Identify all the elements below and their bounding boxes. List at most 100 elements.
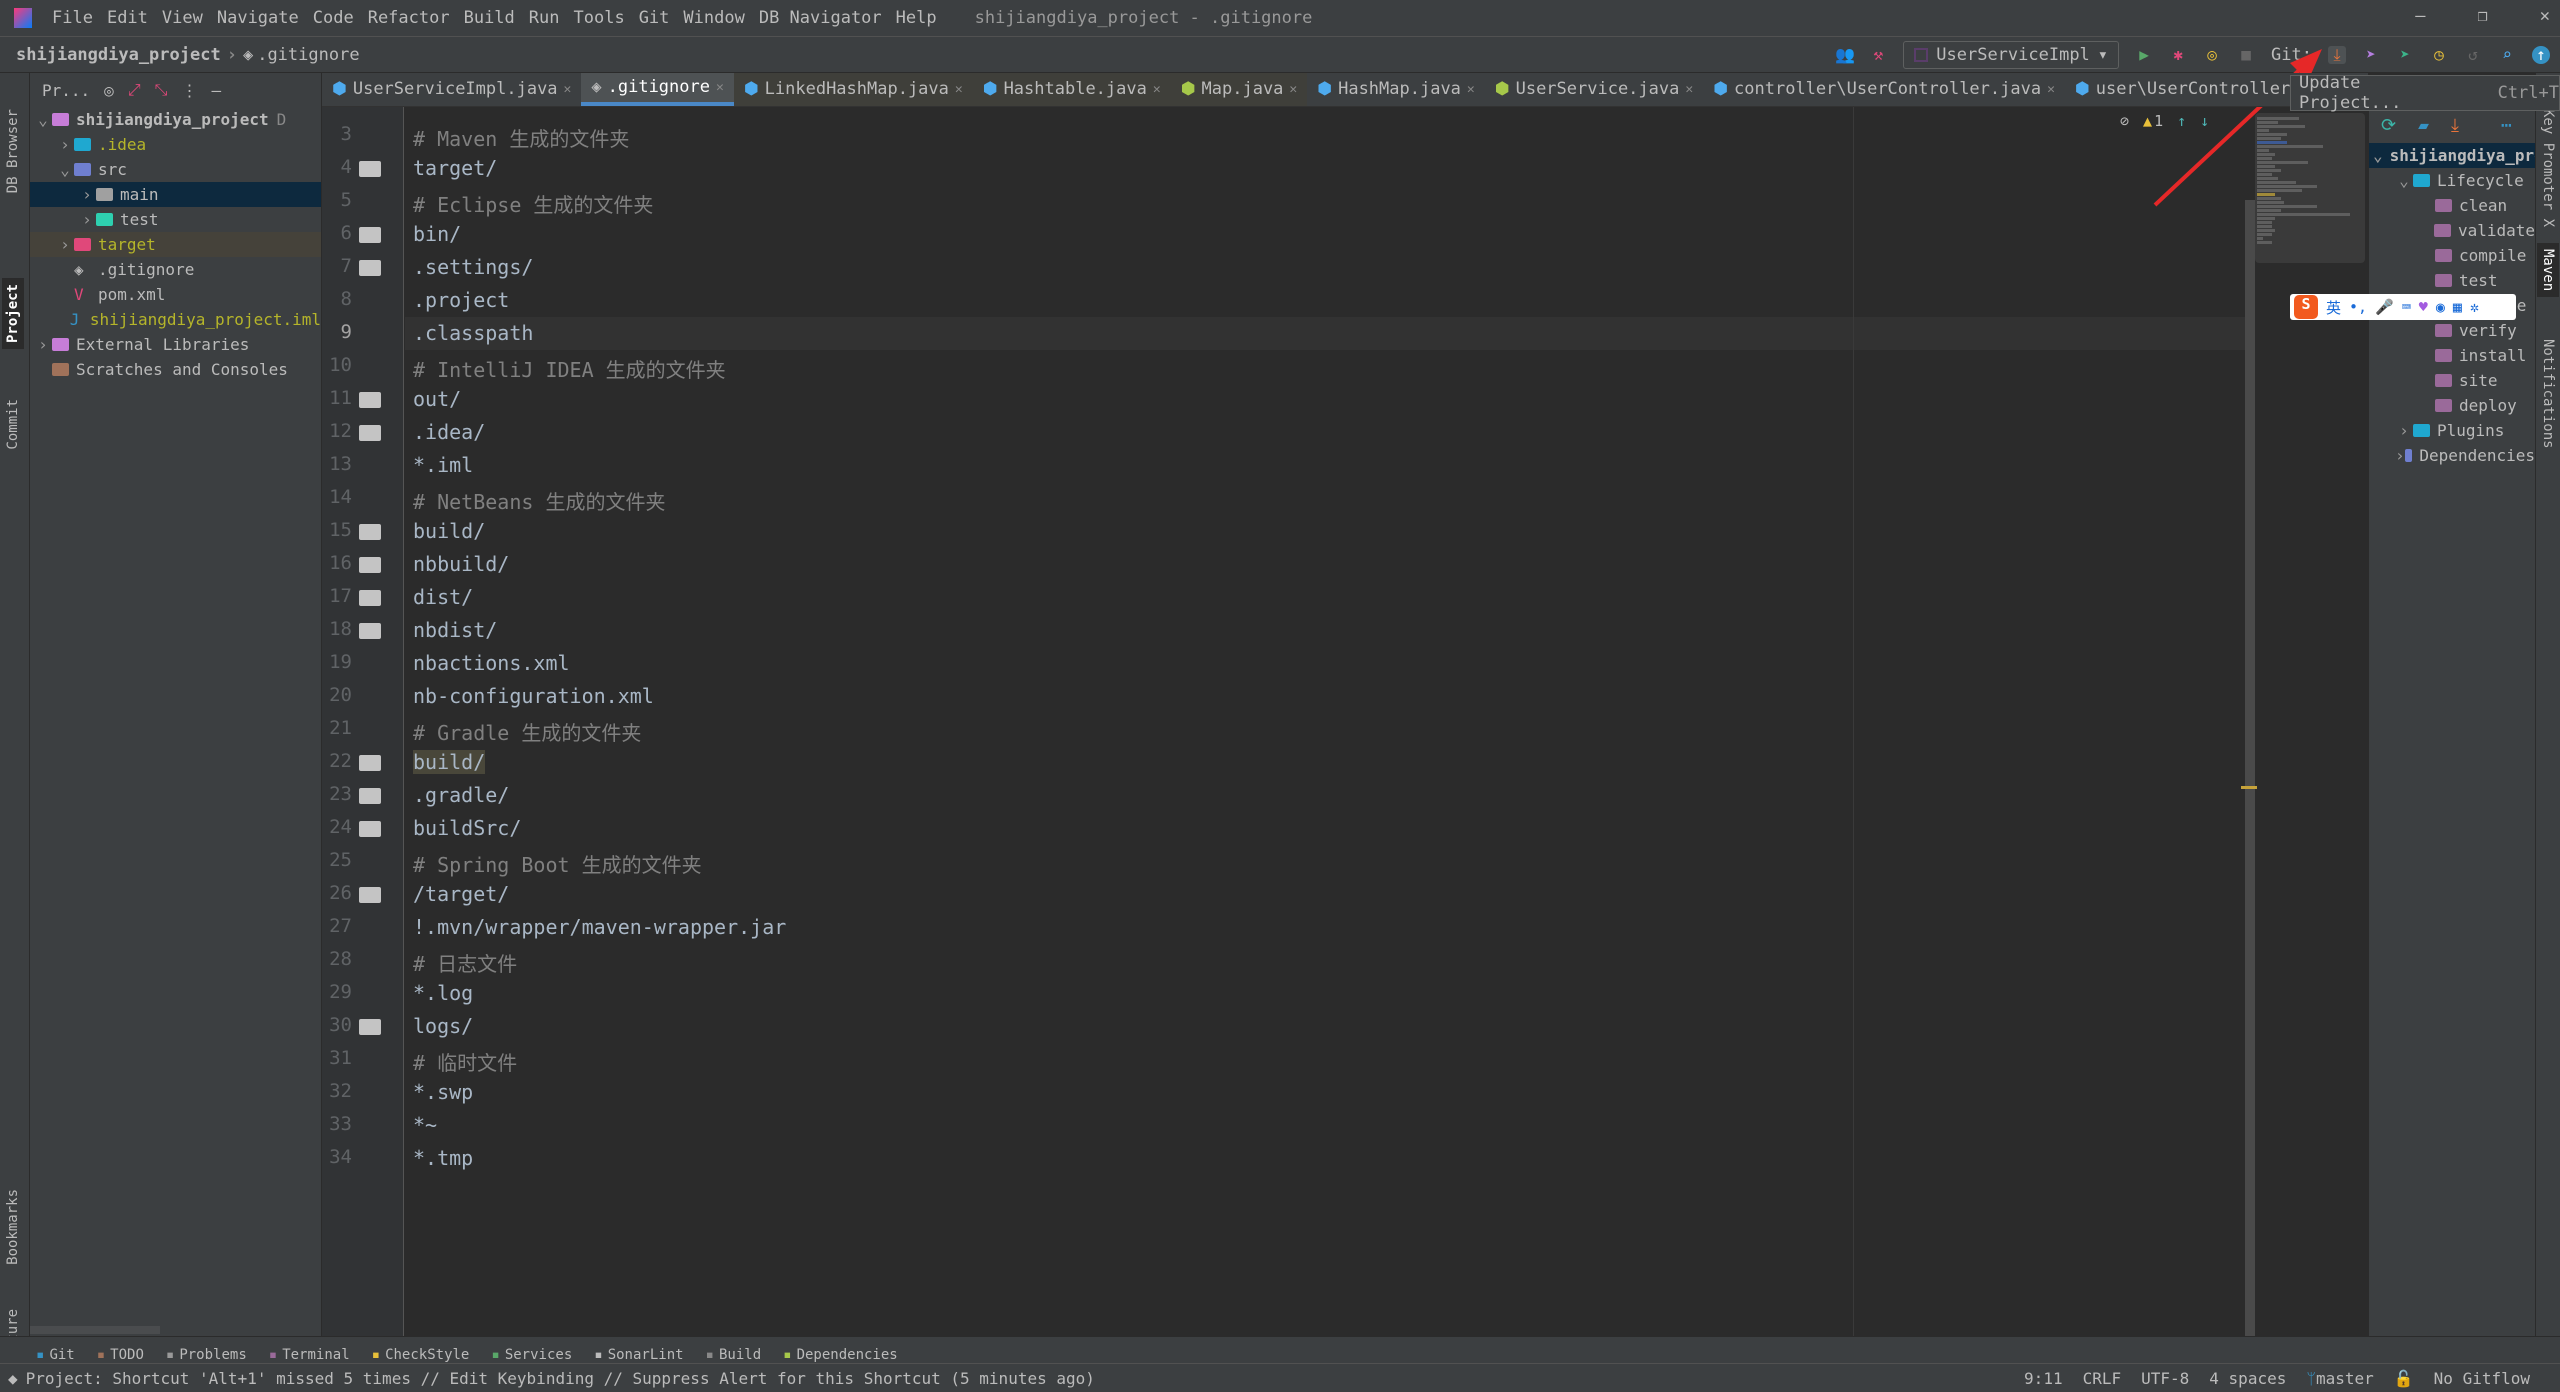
project-tree-item[interactable]: › .idea [30, 132, 321, 157]
download-icon[interactable]: ⤓ [2451, 115, 2459, 136]
breadcrumb-file[interactable]: .gitignore [257, 45, 359, 65]
chevron-right-icon[interactable]: › [2395, 446, 2405, 465]
maven-tree-item[interactable]: site [2369, 368, 2535, 393]
menu-navigate[interactable]: Navigate [217, 8, 299, 28]
hide-icon[interactable]: — [211, 81, 221, 100]
chevron-right-icon[interactable]: › [34, 335, 52, 354]
chevron-right-icon[interactable]: › [2395, 421, 2413, 440]
file-encoding[interactable]: UTF-8 [2141, 1369, 2189, 1388]
rollback-icon[interactable]: ↺ [2464, 46, 2482, 64]
tool-window-checkstyle[interactable]: ▪ CheckStyle [372, 1347, 470, 1363]
tab-linkedhashmap-java[interactable]: ⬢ LinkedHashMap.java ✕ [733, 73, 973, 106]
tab-userservice-java[interactable]: ⬢ UserService.java ✕ [1485, 73, 1703, 106]
update-ide-icon[interactable]: ↑ [2532, 46, 2550, 64]
gitflow-status[interactable]: No Gitflow [2434, 1369, 2530, 1388]
toolbox-icon[interactable]: ▦ [2453, 298, 2462, 316]
tool-window-services[interactable]: ▪ Services [491, 1347, 572, 1363]
tool-window-terminal[interactable]: ▪ Terminal [269, 1347, 350, 1363]
expand-all-icon[interactable]: ⤢ [128, 80, 141, 100]
keyboard-icon[interactable]: ⌨ [2402, 298, 2411, 316]
menu-window[interactable]: Window [683, 8, 744, 28]
editor-content[interactable]: # Maven 生成的文件夹 target/ # Eclipse 生成的文件夹 bin… [405, 107, 2248, 1336]
project-tree-item[interactable]: Jshijiangdiya_project.iml [30, 307, 321, 332]
next-highlight-icon[interactable]: ↓ [2200, 112, 2209, 130]
maven-tree-item[interactable]: clean [2369, 193, 2535, 218]
close-tab-icon[interactable]: ✕ [1467, 82, 1475, 97]
menu-git[interactable]: Git [639, 8, 670, 28]
close-tab-icon[interactable]: ✕ [716, 80, 724, 95]
tool-window-todo[interactable]: ▪ TODO [97, 1347, 144, 1363]
project-tree-item[interactable]: › test [30, 207, 321, 232]
breadcrumb-project[interactable]: shijiangdiya_project [16, 45, 221, 65]
tool-window-commit[interactable]: Commit [2, 393, 24, 456]
chevron-right-icon[interactable]: › [78, 185, 96, 204]
menu-view[interactable]: View [162, 8, 203, 28]
menu-refactor[interactable]: Refactor [368, 8, 450, 28]
close-tab-icon[interactable]: ✕ [1289, 82, 1297, 97]
tab-map-java[interactable]: ⬢ Map.java ✕ [1170, 73, 1308, 106]
project-tree-item[interactable]: › main [30, 182, 321, 207]
microphone-icon[interactable]: 🎤 [2375, 298, 2394, 316]
ime-punctuation[interactable]: •, [2349, 298, 2367, 316]
close-icon[interactable]: ✕ [2540, 6, 2550, 26]
close-tab-icon[interactable]: ✕ [1685, 82, 1693, 97]
tool-window-sonarlint[interactable]: ▪ SonarLint [594, 1347, 683, 1363]
tool-window-key-promoter-x[interactable]: Key Promoter X [2537, 103, 2559, 233]
chevron-right-icon[interactable]: › [56, 135, 74, 154]
history-icon[interactable]: ◷ [2430, 46, 2448, 64]
reimport-folder-icon[interactable]: ▰ [2418, 115, 2429, 136]
tool-window-notifications[interactable]: Notifications [2537, 333, 2559, 455]
maven-tree-item[interactable]: compile [2369, 243, 2535, 268]
maven-tree-item[interactable]: deploy [2369, 393, 2535, 418]
menu-code[interactable]: Code [313, 8, 354, 28]
minimap[interactable] [2255, 113, 2365, 263]
project-panel-title[interactable]: Pr... [42, 81, 90, 100]
users-icon[interactable]: 👥 [1835, 46, 1855, 64]
chevron-right-icon[interactable]: › [56, 235, 74, 254]
collapse-all-icon[interactable]: ⤡ [155, 80, 168, 100]
project-hscroll[interactable] [30, 1326, 160, 1334]
tab-gitignore[interactable]: ◈ .gitignore ✕ [581, 73, 734, 106]
project-tree-item[interactable]: ◈ .gitignore [30, 257, 321, 282]
chevron-down-icon[interactable]: ⌄ [2373, 146, 2383, 165]
tab-controller-usercontroller-java[interactable]: ⬢ controller\UserController.java ✕ [1703, 73, 2065, 106]
project-tree-item[interactable]: Vpom.xml [30, 282, 321, 307]
minimize-icon[interactable]: – [2415, 6, 2425, 26]
status-message[interactable]: Project: Shortcut 'Alt+1' missed 5 times… [26, 1369, 1095, 1388]
warning-icon[interactable]: ▲ [2143, 112, 2152, 130]
run-configuration-select[interactable]: UserServiceImpl ▾ [1903, 41, 2120, 69]
lock-icon[interactable]: 🔓 [2394, 1369, 2414, 1388]
indent-setting[interactable]: 4 spaces [2209, 1369, 2286, 1388]
build-hammer-icon[interactable]: ⚒ [1869, 46, 1887, 64]
more-icon[interactable]: ⋯ [2501, 115, 2512, 136]
git-branch[interactable]: ᛘmaster [2306, 1369, 2373, 1388]
maven-tree-item[interactable]: verify [2369, 318, 2535, 343]
menu-file[interactable]: File [52, 8, 93, 28]
menu-build[interactable]: Build [464, 8, 515, 28]
restore-icon[interactable]: ❐ [2478, 6, 2488, 26]
maven-tree-item[interactable]: ⌄ Lifecycle [2369, 168, 2535, 193]
tab-hashtable-java[interactable]: ⬢ Hashtable.java ✕ [972, 73, 1171, 106]
menu-help[interactable]: Help [896, 8, 937, 28]
project-tree-item[interactable]: ⌄ shijiangdiya_project D [30, 107, 321, 132]
tool-window-project[interactable]: Project [2, 278, 24, 350]
assistant-icon[interactable]: ◉ [2436, 298, 2445, 316]
reader-mode-icon[interactable]: ⊘ [2120, 112, 2129, 130]
close-tab-icon[interactable]: ✕ [2047, 82, 2055, 97]
previous-highlight-icon[interactable]: ↑ [2177, 112, 2186, 130]
chevron-down-icon[interactable]: ⌄ [2395, 171, 2413, 190]
reload-icon[interactable]: ⟳ [2381, 115, 2396, 136]
project-tree-item[interactable]: › target [30, 232, 321, 257]
close-tab-icon[interactable]: ✕ [1153, 82, 1161, 97]
editor-vertical-scrollbar[interactable] [2245, 200, 2255, 1336]
settings-icon[interactable]: ✲ [2470, 298, 2479, 316]
tab-hashmap-java[interactable]: ⬢ HashMap.java ✕ [1307, 73, 1485, 106]
tool-window-problems[interactable]: ▪ Problems [166, 1347, 247, 1363]
git-commit-icon[interactable]: ➤ [2396, 46, 2414, 64]
tool-window-bookmarks[interactable]: Bookmarks [2, 1183, 24, 1271]
maven-tree-item[interactable]: › Plugins [2369, 418, 2535, 443]
git-update-icon[interactable]: ⤓ [2328, 46, 2346, 64]
tool-window-dependencies[interactable]: ▪ Dependencies [783, 1347, 898, 1363]
line-separator[interactable]: CRLF [2083, 1369, 2122, 1388]
tool-window-maven[interactable]: Maven [2537, 243, 2559, 298]
